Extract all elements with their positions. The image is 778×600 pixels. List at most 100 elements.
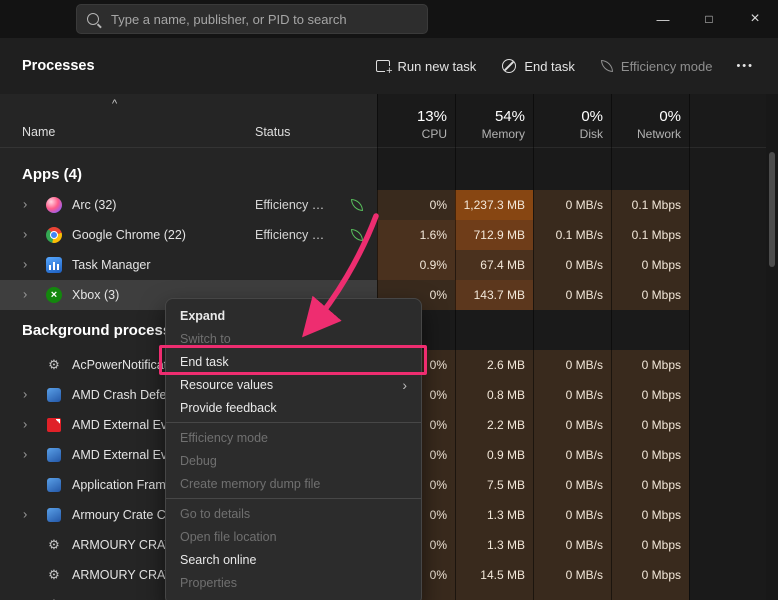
blue-app-icon [47, 388, 61, 402]
menu-item-label: Expand [180, 309, 225, 323]
memory-value-cell: 0.8 MB [455, 380, 533, 410]
menu-item-label: Search online [180, 553, 256, 567]
memory-value-cell: 28.4 MB [455, 590, 533, 600]
process-row[interactable]: Google Chrome (22) Efficiency … 1.6% 712.9 … [0, 220, 766, 250]
network-value-cell: 0 Mbps [611, 280, 689, 310]
process-row[interactable]: Arc (32)Efficiency …0%1,237.3 MB0 MB/s0.… [0, 190, 766, 220]
menu-item-expand[interactable]: Expand [166, 304, 421, 327]
expand-chevron-icon[interactable] [23, 227, 27, 242]
cpu-value: 0% [430, 198, 447, 212]
process-status: Efficiency … [250, 220, 377, 250]
memory-value: 0.8 MB [487, 388, 525, 402]
process-name: Task Manager [72, 258, 151, 272]
network-value: 0.1 Mbps [632, 228, 681, 242]
column-header-memory[interactable]: 54% Memory [455, 94, 533, 147]
network-value-cell: 0 Mbps [611, 530, 689, 560]
memory-value-cell: 1.3 MB [455, 530, 533, 560]
run-new-task-button[interactable]: Run new task [366, 52, 487, 81]
column-header-cpu[interactable]: 13% CPU [377, 94, 455, 147]
disk-value: 0 MB/s [566, 258, 603, 272]
memory-value: 14.5 MB [480, 568, 525, 582]
cpu-value: 0% [430, 568, 447, 582]
expand-chevron-icon[interactable] [23, 417, 27, 432]
cpu-value: 0% [430, 538, 447, 552]
titlebar: — □ × [0, 0, 778, 38]
search-input[interactable] [109, 11, 417, 28]
expand-chevron-icon[interactable] [23, 597, 27, 600]
menu-item-resource-values[interactable]: Resource values› [166, 373, 421, 396]
memory-value: 1.3 MB [487, 538, 525, 552]
scrollbar[interactable] [766, 94, 778, 600]
network-value: 0 Mbps [642, 388, 681, 402]
menu-item-label: Resource values [180, 378, 273, 392]
disk-column-label: Disk [580, 127, 603, 141]
memory-value: 712.9 MB [474, 228, 525, 242]
cpu-value: 0% [430, 358, 447, 372]
expand-chevron-icon[interactable] [23, 387, 27, 402]
memory-value: 2.2 MB [487, 418, 525, 432]
more-options-button[interactable]: ••• [728, 53, 762, 79]
efficiency-leaf-icon [351, 229, 363, 241]
menu-separator [166, 422, 421, 423]
expand-chevron-icon[interactable] [23, 197, 27, 212]
memory-value: 0.9 MB [487, 448, 525, 462]
menu-item-end-task[interactable]: End task [166, 350, 421, 373]
disk-value-cell: 0 MB/s [533, 560, 611, 590]
table-header: ^ Name Status 13% CPU 54% Memory 0% Disk… [0, 94, 766, 148]
cpu-value-cell: 0.9% [377, 250, 455, 280]
expand-chevron-icon[interactable] [23, 507, 27, 522]
network-value-cell: 0 Mbps [611, 560, 689, 590]
maximize-button[interactable]: □ [686, 0, 732, 38]
menu-item-search-online[interactable]: Search online [166, 548, 421, 571]
cpu-value: 1.6% [420, 228, 447, 242]
disk-value: 0 MB/s [566, 478, 603, 492]
cpu-value-cell: 0% [377, 190, 455, 220]
memory-value-cell: 7.5 MB [455, 470, 533, 500]
expand-chevron-icon[interactable] [23, 287, 27, 302]
memory-value-cell: 2.2 MB [455, 410, 533, 440]
scrollbar-thumb[interactable] [769, 152, 775, 267]
column-header-name[interactable]: ^ Name [0, 94, 250, 147]
toolbar-actions: Run new task End task Efficiency mode ••… [366, 52, 762, 81]
cpu-value: 0% [430, 418, 447, 432]
column-header-status[interactable]: Status [250, 94, 377, 147]
name-column-label: Name [22, 125, 55, 139]
column-header-disk[interactable]: 0% Disk [533, 94, 611, 147]
memory-value: 1.3 MB [487, 508, 525, 522]
network-value: 0 Mbps [642, 358, 681, 372]
group-header: Apps (4) [0, 158, 766, 190]
network-value-cell: 0 Mbps [611, 380, 689, 410]
column-header-network[interactable]: 0% Network [611, 94, 689, 147]
network-value: 0 Mbps [642, 478, 681, 492]
run-new-task-label: Run new task [398, 59, 477, 74]
expand-chevron-icon[interactable] [23, 447, 27, 462]
menu-item-create-memory-dump-file: Create memory dump file [166, 472, 421, 495]
menu-item-label: Go to details [180, 507, 250, 521]
search-box[interactable] [76, 4, 428, 34]
disk-value: 0 MB/s [566, 388, 603, 402]
efficiency-mode-button: Efficiency mode [591, 52, 723, 81]
menu-item-switch-to: Switch to [166, 327, 421, 350]
process-name: Arc (32) [72, 198, 116, 212]
memory-value: 67.4 MB [480, 258, 525, 272]
process-row[interactable]: Task Manager0.9%67.4 MB0 MB/s0 Mbps [0, 250, 766, 280]
memory-value-cell: 2.6 MB [455, 350, 533, 380]
menu-item-label: Efficiency mode [180, 431, 268, 445]
group-header-label: Background processes [22, 322, 188, 339]
process-name: Application Frame [72, 478, 173, 492]
process-name: Armoury Crate Co [72, 508, 173, 522]
disk-value: 0 MB/s [566, 448, 603, 462]
process-status-label: Efficiency … [255, 228, 324, 242]
end-task-button[interactable]: End task [492, 52, 585, 81]
disk-value-cell: 0 MB/s [533, 470, 611, 500]
page-title: Processes [22, 58, 95, 74]
xbox-app-icon [46, 287, 62, 303]
expand-chevron-icon[interactable] [23, 257, 27, 272]
close-button[interactable]: × [732, 0, 778, 38]
minimize-button[interactable]: — [640, 0, 686, 38]
process-name: Google Chrome (22) [72, 228, 186, 242]
gear-icon [46, 537, 62, 553]
memory-value-cell: 1,237.3 MB [455, 190, 533, 220]
disk-value-cell: 0 MB/s [533, 280, 611, 310]
menu-item-provide-feedback[interactable]: Provide feedback [166, 396, 421, 419]
